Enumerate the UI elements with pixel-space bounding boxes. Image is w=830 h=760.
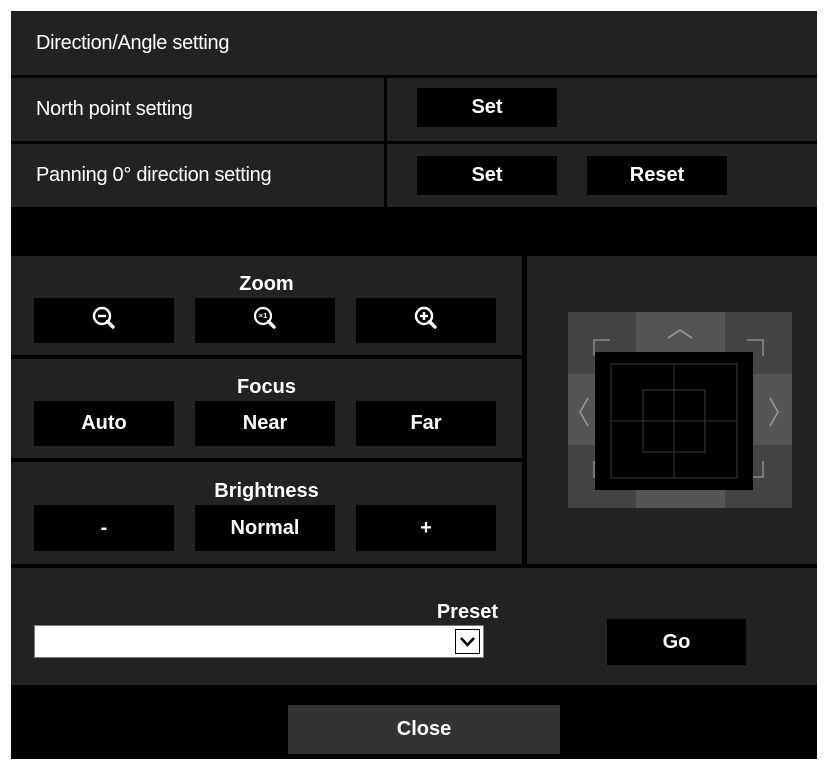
dialog-title: Direction/Angle setting [36, 31, 230, 54]
panning-reset-button[interactable]: Reset [587, 156, 727, 195]
close-band: Close [11, 688, 817, 759]
pad-center-view[interactable] [595, 352, 753, 490]
focus-far-button[interactable]: Far [356, 401, 496, 446]
target-frame-icon [610, 363, 738, 479]
north-point-set-button[interactable]: Set [417, 88, 557, 127]
focus-auto-button[interactable]: Auto [34, 401, 174, 446]
panning-label: Panning 0° direction setting [36, 164, 272, 186]
panning-set-button[interactable]: Set [417, 156, 557, 195]
close-button[interactable]: Close [288, 705, 560, 754]
brightness-title: Brightness [214, 480, 319, 502]
section-divider [11, 223, 817, 253]
preset-select[interactable] [34, 625, 484, 658]
preset-go-button[interactable]: Go [607, 619, 746, 665]
svg-text:×1: ×1 [259, 311, 268, 320]
brightness-minus-button[interactable]: - [34, 505, 174, 551]
north-point-actions: Set [387, 78, 817, 141]
panning-actions: Set Reset [387, 144, 817, 207]
focus-title: Focus [237, 376, 296, 398]
direction-angle-dialog: Direction/Angle setting North point sett… [11, 11, 817, 759]
north-point-label-cell: North point setting [11, 78, 384, 141]
brightness-plus-button[interactable]: + [356, 505, 496, 551]
preset-title: Preset [436, 601, 498, 623]
zoom-title: Zoom [239, 273, 294, 295]
zoom-x1-icon: ×1 [252, 305, 278, 337]
panning-row: Panning 0° direction setting Set Reset [11, 144, 817, 207]
zoom-section: Zoom ×1 [11, 256, 522, 355]
focus-near-button[interactable]: Near [195, 401, 335, 446]
zoom-x1-button[interactable]: ×1 [195, 298, 335, 343]
brightness-section: Brightness - Normal + [11, 462, 522, 564]
north-point-label: North point setting [36, 98, 193, 120]
dialog-title-row: Direction/Angle setting [11, 11, 817, 75]
dropdown-arrow[interactable] [455, 629, 480, 654]
panning-label-cell: Panning 0° direction setting [11, 144, 384, 207]
pan-tilt-area [527, 256, 817, 564]
zoom-out-button[interactable] [34, 298, 174, 343]
zoom-out-icon [91, 305, 117, 337]
chevron-down-icon [460, 637, 475, 647]
brightness-normal-button[interactable]: Normal [195, 505, 335, 551]
zoom-in-icon [413, 305, 439, 337]
north-point-row: North point setting Set [11, 78, 817, 141]
focus-section: Focus Auto Near Far [11, 359, 522, 458]
zoom-in-button[interactable] [356, 298, 496, 343]
